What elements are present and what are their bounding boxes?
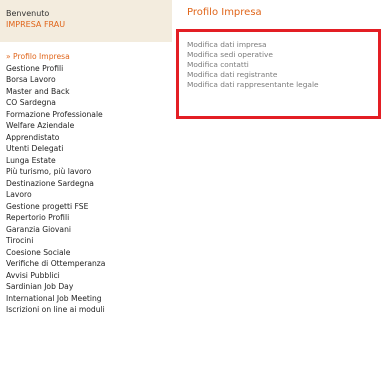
profile-actions-list: Modifica dati impresa Modifica sedi oper… — [187, 40, 319, 90]
sidebar-item-gestione-profili[interactable]: Gestione Profili — [6, 63, 172, 75]
sidebar-item-co-sardegna[interactable]: CO Sardegna — [6, 97, 172, 109]
modifica-dati-rappresentante-legale-link[interactable]: Modifica dati rappresentante legale — [187, 80, 319, 90]
page-title: Profilo Impresa — [187, 7, 262, 18]
sidebar-item-gestione-progetti-fse[interactable]: Gestione progetti FSE — [6, 201, 172, 213]
sidebar-nav: » Profilo Impresa Gestione Profili Borsa… — [6, 51, 172, 316]
sidebar-item-international-job-meeting[interactable]: International Job Meeting — [6, 293, 172, 305]
sidebar-item-welfare-aziendale[interactable]: Welfare Aziendale — [6, 120, 172, 132]
sidebar-item-sardinian-job-day[interactable]: Sardinian Job Day — [6, 281, 172, 293]
sidebar-item-lunga-estate[interactable]: Lunga Estate — [6, 155, 172, 167]
sidebar-item-tirocini[interactable]: Tirocini — [6, 235, 172, 247]
sidebar-item-utenti-delegati[interactable]: Utenti Delegati — [6, 143, 172, 155]
welcome-label: Benvenuto — [6, 9, 50, 18]
sidebar-item-garanzia-giovani[interactable]: Garanzia Giovani — [6, 224, 172, 236]
sidebar-item-verifiche-ottemperanza[interactable]: Verifiche di Ottemperanza — [6, 258, 172, 270]
sidebar-item-apprendistato[interactable]: Apprendistato — [6, 132, 172, 144]
sidebar-item-repertorio-profili[interactable]: Repertorio Profili — [6, 212, 172, 224]
sidebar-item-piu-turismo[interactable]: Più turismo, più lavoro — [6, 166, 172, 178]
sidebar-item-destinazione-sardegna[interactable]: Destinazione Sardegna — [6, 178, 172, 190]
modifica-dati-registrante-link[interactable]: Modifica dati registrante — [187, 70, 319, 80]
modifica-contatti-link[interactable]: Modifica contatti — [187, 60, 319, 70]
sidebar-item-profilo-impresa[interactable]: » Profilo Impresa — [6, 51, 172, 63]
modifica-dati-impresa-link[interactable]: Modifica dati impresa — [187, 40, 319, 50]
sidebar-item-iscrizioni-moduli[interactable]: Iscrizioni on line ai moduli — [6, 304, 172, 316]
sidebar-item-lavoro[interactable]: Lavoro — [6, 189, 172, 201]
modifica-sedi-operative-link[interactable]: Modifica sedi operative — [187, 50, 319, 60]
welcome-box: Benvenuto IMPRESA FRAU — [0, 0, 172, 42]
sidebar-item-borsa-lavoro[interactable]: Borsa Lavoro — [6, 74, 172, 86]
user-name: IMPRESA FRAU — [6, 20, 66, 29]
sidebar-item-avvisi-pubblici[interactable]: Avvisi Pubblici — [6, 270, 172, 282]
actions-highlight-box: Modifica dati impresa Modifica sedi oper… — [176, 29, 381, 119]
sidebar-item-coesione-sociale[interactable]: Coesione Sociale — [6, 247, 172, 259]
sidebar-item-formazione-professionale[interactable]: Formazione Professionale — [6, 109, 172, 121]
sidebar-item-master-and-back[interactable]: Master and Back — [6, 86, 172, 98]
